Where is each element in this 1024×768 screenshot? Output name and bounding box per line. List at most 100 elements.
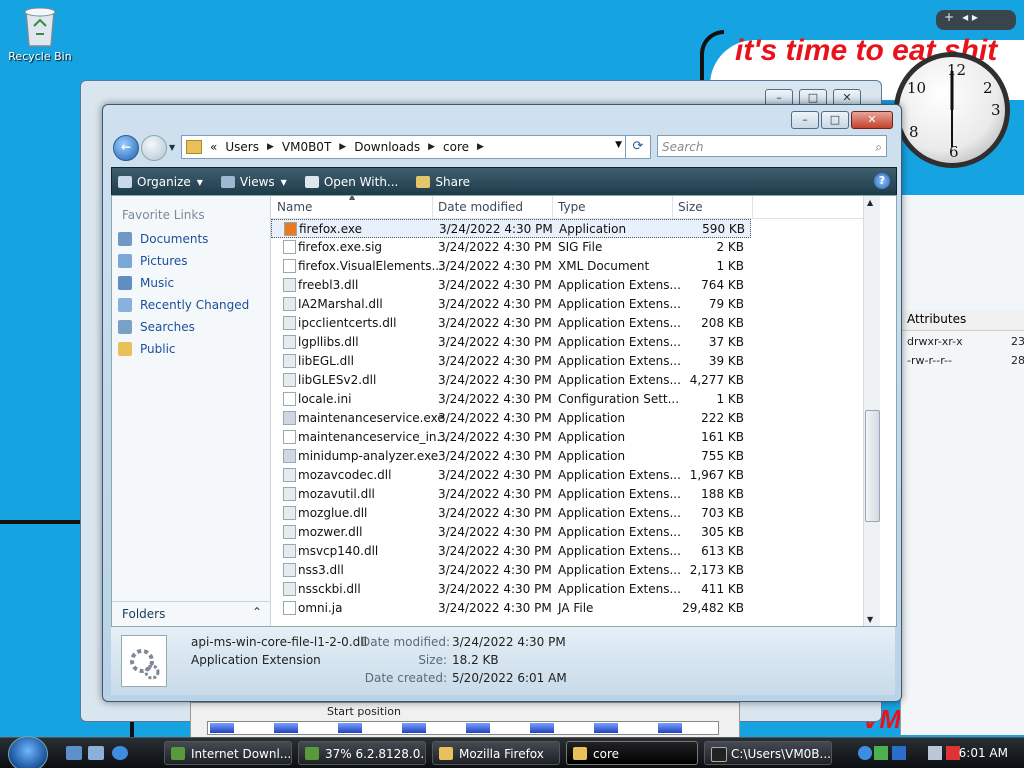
column-size[interactable]: Size <box>678 200 703 214</box>
file-row[interactable]: maintenanceservice.exe 3/24/2022 4:30 PM A… <box>271 409 751 428</box>
search-icon[interactable]: ⌕ <box>875 136 882 158</box>
file-row[interactable]: omni.ja 3/24/2022 4:30 PM JA File 29,482 KB <box>271 599 751 618</box>
file-name: libGLESv2.dll <box>298 373 377 387</box>
back-button[interactable]: ← <box>113 135 139 161</box>
forward-button[interactable] <box>141 135 167 161</box>
scroll-up-icon[interactable]: ▲ <box>867 198 873 207</box>
file-size: 222 KB <box>701 411 744 425</box>
internet-explorer-icon[interactable] <box>112 746 128 760</box>
breadcrumb-users[interactable]: Users <box>225 140 259 154</box>
nav-link-music[interactable]: Music <box>118 273 174 293</box>
chevron-right-icon[interactable]: ▶ <box>477 142 484 152</box>
share-button[interactable]: Share <box>416 175 470 189</box>
show-desktop-icon[interactable] <box>66 746 82 760</box>
column-date-modified[interactable]: Date modified <box>438 200 523 214</box>
column-name[interactable]: Name <box>277 200 312 214</box>
file-row[interactable]: freebl3.dll 3/24/2022 4:30 PM Application … <box>271 276 751 295</box>
folder-icon <box>573 747 587 760</box>
help-icon[interactable]: ? <box>874 173 890 189</box>
column-type[interactable]: Type <box>558 200 586 214</box>
nav-link-documents[interactable]: Documents <box>118 229 208 249</box>
file-type: Application Extens... <box>558 468 681 482</box>
views-button[interactable]: Views ▼ <box>220 175 287 189</box>
download-progress-window: Start position <box>190 702 740 740</box>
file-date-modified: 3/24/2022 4:30 PM <box>438 335 552 349</box>
file-row[interactable]: firefox.exe.sig 3/24/2022 4:30 PM SIG File… <box>271 238 751 257</box>
folders-toggle[interactable]: Folders ⌃ <box>112 601 270 626</box>
file-row[interactable]: msvcp140.dll 3/24/2022 4:30 PM Application… <box>271 542 751 561</box>
chevron-right-icon[interactable]: ▶ <box>339 142 346 152</box>
nav-link-recently-changed[interactable]: Recently Changed <box>118 295 249 315</box>
file-icon <box>283 392 296 406</box>
address-bar[interactable]: « Users ▶ VM0B0T ▶ Downloads ▶ core ▶ ▼ <box>181 135 631 159</box>
green-tray-icon[interactable] <box>874 746 888 760</box>
file-date-modified: 3/24/2022 4:30 PM <box>438 582 552 596</box>
file-row[interactable]: libGLESv2.dll 3/24/2022 4:30 PM Applicatio… <box>271 371 751 390</box>
file-row[interactable]: locale.ini 3/24/2022 4:30 PM Configuration… <box>271 390 751 409</box>
blue-tray-icon[interactable] <box>892 746 906 760</box>
nav-link-public[interactable]: Public <box>118 339 176 359</box>
scroll-thumb[interactable] <box>865 410 880 522</box>
taskbar-item-internet-download[interactable]: Internet Downl... <box>164 741 292 765</box>
organize-button[interactable]: Organize ▼ <box>118 175 203 189</box>
breadcrumb-vm0b0t[interactable]: VM0B0T <box>282 140 331 154</box>
taskbar-item-download-progress[interactable]: 37% 6.2.8128.0.... <box>298 741 426 765</box>
sidebar-gadget-controls[interactable]: + ◂ ▸ <box>936 10 1016 30</box>
list-item[interactable]: -rw-r--r--285 <box>907 354 1024 373</box>
taskbar-item-command-prompt[interactable]: C:\Users\VM0B... <box>704 741 832 765</box>
breadcrumb-downloads[interactable]: Downloads <box>354 140 420 154</box>
chevron-right-icon[interactable]: ▶ <box>428 142 435 152</box>
file-row[interactable]: mozavcodec.dll 3/24/2022 4:30 PM Applicati… <box>271 466 751 485</box>
file-row[interactable]: ipcclientcerts.dll 3/24/2022 4:30 PM Appli… <box>271 314 751 333</box>
recycle-bin[interactable]: Recycle Bin <box>8 4 72 63</box>
file-row[interactable]: firefox.exe 3/24/2022 4:30 PM Application 5… <box>271 219 751 238</box>
file-date-modified: 3/24/2022 4:30 PM <box>438 316 552 330</box>
file-icon <box>283 468 296 482</box>
search-input[interactable]: Search ⌕ <box>657 135 887 157</box>
chevron-up-icon[interactable]: ⌃ <box>252 605 262 619</box>
open-with-button[interactable]: Open With... <box>304 175 398 189</box>
close-button[interactable]: ✕ <box>851 111 893 129</box>
file-row[interactable]: maintenanceservice_in... 3/24/2022 4:30 P… <box>271 428 751 447</box>
file-row[interactable]: minidump-analyzer.exe 3/24/2022 4:30 PM Ap… <box>271 447 751 466</box>
scroll-down-icon[interactable]: ▼ <box>867 615 873 624</box>
attributes-column-header[interactable]: Attributes <box>901 310 1024 331</box>
network-globe-icon[interactable] <box>858 746 872 760</box>
nav-link-pictures[interactable]: Pictures <box>118 251 188 271</box>
file-row[interactable]: libEGL.dll 3/24/2022 4:30 PM Application E… <box>271 352 751 371</box>
start-button[interactable] <box>8 736 48 768</box>
file-name: lgpllibs.dll <box>298 335 359 349</box>
file-row[interactable]: lgpllibs.dll 3/24/2022 4:30 PM Application… <box>271 333 751 352</box>
taskbar-clock[interactable]: 6:01 AM <box>959 746 1008 760</box>
file-row[interactable]: nssckbi.dll 3/24/2022 4:30 PM Application … <box>271 580 751 599</box>
chevron-right-icon[interactable]: ▶ <box>267 142 274 152</box>
file-row[interactable]: mozglue.dll 3/24/2022 4:30 PM Application … <box>271 504 751 523</box>
taskbar-item-firefox[interactable]: Mozilla Firefox <box>432 741 560 765</box>
size-label: Size: <box>418 653 447 667</box>
nav-link-searches[interactable]: Searches <box>118 317 195 337</box>
list-item[interactable]: drwxr-xr-x230 <box>907 335 1024 354</box>
file-row[interactable]: IA2Marshal.dll 3/24/2022 4:30 PM Applicati… <box>271 295 751 314</box>
explorer-window[interactable]: – □ ✕ ← ▼ « Users ▶ VM0B0T ▶ Downloads ▶ co… <box>102 104 902 702</box>
address-dropdown-icon[interactable]: ▼ <box>615 140 622 150</box>
minimize-button[interactable]: – <box>791 111 819 129</box>
file-row[interactable]: nss3.dll 3/24/2022 4:30 PM Application Ext… <box>271 561 751 580</box>
vertical-scrollbar[interactable]: ▲ ▼ <box>863 196 880 626</box>
file-row[interactable]: mozavutil.dll 3/24/2022 4:30 PM Applicatio… <box>271 485 751 504</box>
file-date-modified: 3/24/2022 4:30 PM <box>439 222 553 236</box>
taskbar-item-core[interactable]: core <box>566 741 698 765</box>
file-size: 590 KB <box>702 222 745 236</box>
recent-pages-dropdown[interactable]: ▼ <box>169 143 175 152</box>
file-row[interactable]: firefox.VisualElements... 3/24/2022 4:30 … <box>271 257 751 276</box>
file-name: maintenanceservice.exe <box>298 411 445 425</box>
file-type: SIG File <box>558 240 603 254</box>
breadcrumb-overflow[interactable]: « <box>210 140 217 154</box>
network-icon[interactable] <box>928 746 942 760</box>
navigation-pane: Favorite Links Documents Pictures Music … <box>112 196 271 626</box>
maximize-button[interactable]: □ <box>821 111 849 129</box>
file-row[interactable]: mozwer.dll 3/24/2022 4:30 PM Application E… <box>271 523 751 542</box>
breadcrumb-core[interactable]: core <box>443 140 469 154</box>
refresh-button[interactable]: ⟳ <box>625 135 651 159</box>
details-date-created: 5/20/2022 6:01 AM <box>452 671 567 685</box>
switch-windows-icon[interactable] <box>88 746 104 760</box>
